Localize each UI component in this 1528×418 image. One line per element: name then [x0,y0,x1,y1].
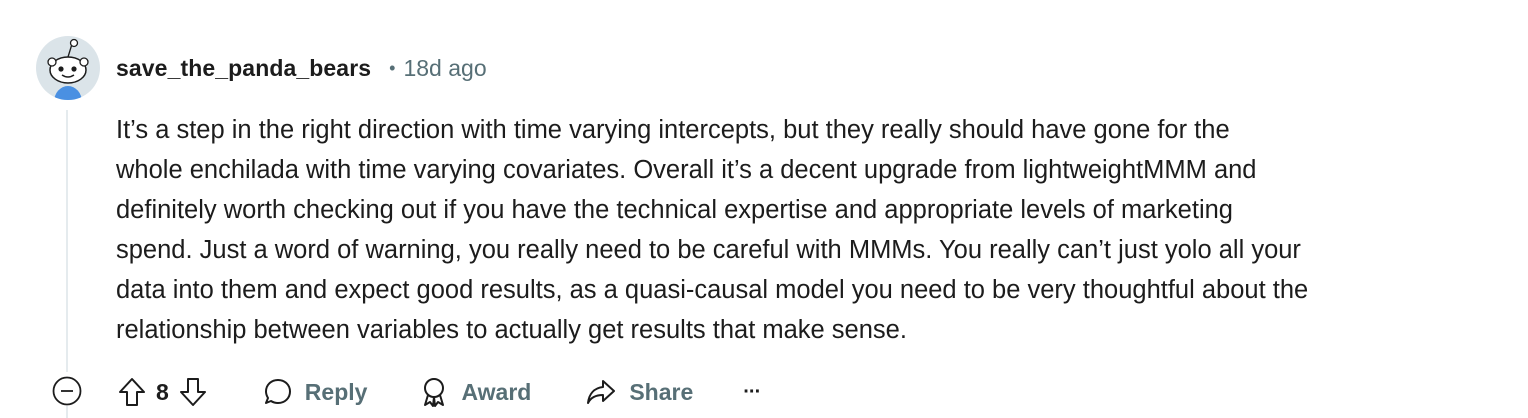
downvote-arrow-icon [179,378,206,406]
author-username[interactable]: save_the_panda_bears [116,55,371,82]
avatar[interactable] [36,36,100,100]
share-arrow-icon [587,380,616,404]
comment-body-line: definitely worth checking out if you hav… [116,196,1233,224]
comment-body: It’s a step in the right direction with … [116,110,1506,350]
comment-actions: 8 Reply Award Share ··· [112,370,772,414]
speech-bubble-icon [264,379,291,404]
comment-body-line: It’s a step in the right direction with … [116,116,1230,144]
more-options-button[interactable]: ··· [731,370,772,414]
comment-body-line: spend. Just a word of warning, you reall… [116,236,1301,264]
reply-button[interactable]: Reply [249,370,382,414]
reply-label: Reply [304,378,368,405]
upvote-arrow-icon [119,378,145,406]
comment-age[interactable]: 18d ago [403,55,486,82]
award-button[interactable]: Award [405,370,545,414]
ellipsis-icon: ··· [743,380,761,403]
comment: save_the_panda_bears • 18d ago It’s a st… [0,0,1528,418]
meta-separator: • [389,57,396,78]
comment-body-line: data into them and expect good results, … [116,276,1309,304]
comment-body-line: whole enchilada with time varying covari… [116,156,1257,184]
vote-score: 8 [156,378,169,405]
upvote-button[interactable] [112,372,152,412]
award-label: Award [461,378,532,405]
share-label: Share [629,378,694,405]
collapse-button[interactable] [52,376,82,406]
award-medal-icon [424,378,445,407]
snoo-avatar-icon [36,36,100,100]
thread-line-continuation[interactable] [66,406,68,418]
comment-body-line: relationship between variables to actual… [116,316,907,344]
share-button[interactable]: Share [571,370,707,414]
thread-line[interactable] [66,110,68,372]
comment-header: save_the_panda_bears • 18d ago [116,54,487,82]
downvote-button[interactable] [173,372,213,412]
collapse-minus-icon [52,376,82,406]
